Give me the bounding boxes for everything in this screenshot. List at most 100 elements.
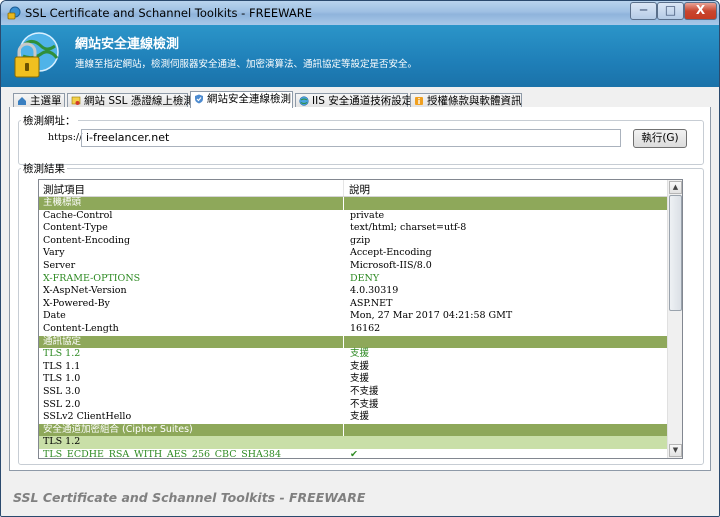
tab-ssl-cert-check[interactable]: 網站 SSL 憑證線上檢測 [67, 93, 194, 107]
tab-main-menu[interactable]: 主選單 [13, 93, 65, 107]
tab-label: 授權條款與軟體資訊 [427, 95, 522, 107]
table-row[interactable]: TLS_ECDHE_RSA_WITH_AES_256_CBC_SHA384 ✔ [39, 448, 667, 459]
table-row[interactable]: X-Powered-By ASP.NET [39, 298, 667, 311]
list-header: 測試項目 說明 [39, 180, 667, 197]
table-row[interactable]: TLS 1.1 支援 [39, 361, 667, 374]
cell-description: 支援 [350, 373, 370, 385]
minimize-button[interactable]: ─ [630, 2, 657, 20]
cell-description: text/html; charset=utf-8 [350, 222, 467, 234]
cell-description: 不支援 [350, 398, 379, 410]
cell-test-item: 主機標頭 [43, 197, 82, 208]
tab-secure-connection-check[interactable]: 網站安全連線檢測 [190, 91, 293, 108]
table-row[interactable]: X-FRAME-OPTIONS DENY [39, 273, 667, 286]
cell-test-item: 安全通道加密組合 (Cipher Suites) [43, 423, 193, 435]
cell-description: ✔ [350, 448, 358, 459]
cell-test-item: TLS 1.2 [43, 436, 81, 448]
section-row[interactable]: 通訊協定 [39, 335, 667, 349]
scroll-thumb[interactable] [669, 195, 682, 311]
table-row[interactable]: SSLv2 ClientHello 支援 [39, 411, 667, 424]
table-row[interactable]: Date Mon, 27 Mar 2017 04:21:58 GMT [39, 310, 667, 323]
table-row[interactable]: TLS 1.2 [39, 436, 667, 449]
globe-gear-icon [299, 96, 309, 106]
globe-lock-icon [14, 32, 59, 78]
cell-test-item: Vary [43, 247, 65, 259]
tab-label: 網站安全連線檢測 [207, 93, 291, 105]
cell-test-item: TLS 1.2 [43, 348, 81, 360]
cell-test-item: TLS 1.1 [43, 360, 81, 372]
cell-test-item: 通訊協定 [43, 335, 82, 347]
section-row[interactable]: 主機標頭 [39, 197, 667, 210]
maximize-button[interactable]: □ [657, 2, 684, 20]
cell-description: Accept-Encoding [350, 247, 432, 259]
cell-description: 支援 [350, 360, 370, 372]
tab-license-info[interactable]: 授權條款與軟體資訊 [410, 93, 522, 107]
cell-description: private [350, 209, 385, 221]
table-row[interactable]: Content-Type text/html; charset=utf-8 [39, 222, 667, 235]
cell-description: 不支援 [350, 385, 379, 397]
window-title: SSL Certificate and Schannel Toolkits - … [25, 6, 312, 20]
section-row[interactable]: 安全通道加密組合 (Cipher Suites) [39, 423, 667, 437]
tab-label: IIS 安全通道技術設定 [312, 95, 413, 107]
tab-iis-schannel-settings[interactable]: IIS 安全通道技術設定 [295, 93, 412, 107]
table-row[interactable]: TLS 1.2 支援 [39, 348, 667, 361]
table-row[interactable]: SSL 3.0 不支援 [39, 386, 667, 399]
url-prefix-label: https:// [48, 132, 83, 143]
table-row[interactable]: Server Microsoft-IIS/8.0 [39, 260, 667, 273]
house-icon [18, 97, 26, 105]
table-row[interactable]: X-AspNet-Version 4.0.30319 [39, 285, 667, 298]
close-button[interactable]: X [684, 2, 717, 20]
footer-text: SSL Certificate and Schannel Toolkits - … [13, 490, 366, 505]
cell-test-item: Content-Length [43, 322, 119, 334]
section-divider [343, 335, 344, 349]
header-banner: 網站安全連線檢測 連線至指定網站，檢測伺服器安全通道、加密演算法、通訊協定等設定… [1, 25, 719, 87]
list-rows: 主機標頭 Cache-Control private Content-Type text… [39, 197, 667, 459]
column-separator[interactable] [343, 180, 344, 196]
results-group-legend: 檢測結果 [23, 163, 65, 175]
cell-description: 16162 [350, 322, 381, 334]
table-row[interactable]: Cache-Control private [39, 210, 667, 223]
table-row[interactable]: Vary Accept-Encoding [39, 247, 667, 260]
certificate-icon [71, 96, 81, 105]
footer-bar: SSL Certificate and Schannel Toolkits - … [1, 471, 719, 516]
vertical-scrollbar[interactable]: ▲ ▼ [667, 180, 682, 458]
cell-test-item: Content-Type [43, 222, 108, 234]
cell-test-item: SSLv2 ClientHello [43, 411, 132, 423]
cell-description: 支援 [350, 411, 370, 423]
tab-label: 網站 SSL 憑證線上檢測 [84, 95, 194, 107]
tab-label: 主選單 [30, 95, 62, 107]
column-header-item[interactable]: 測試項目 [43, 182, 85, 197]
cell-description: Microsoft-IIS/8.0 [350, 259, 432, 271]
info-icon [415, 97, 423, 105]
cell-description: gzip [350, 234, 371, 246]
cell-description: Mon, 27 Mar 2017 04:21:58 GMT [350, 310, 513, 322]
table-row[interactable]: TLS 1.0 支援 [39, 373, 667, 386]
table-row[interactable]: Content-Encoding gzip [39, 235, 667, 248]
results-list[interactable]: 測試項目 說明 主機標頭 Cache-Control private Content-… [38, 179, 683, 459]
cell-test-item: X-Powered-By [43, 297, 110, 309]
table-row[interactable]: Content-Length 16162 [39, 323, 667, 336]
cell-test-item: Cache-Control [43, 209, 113, 221]
url-group-legend: 檢測網址： [23, 115, 76, 127]
url-input[interactable]: i-freelancer.net [81, 129, 621, 147]
header-subtitle: 連線至指定網站，檢測伺服器安全通道、加密演算法、通訊協定等設定是否安全。 [75, 59, 418, 70]
table-row[interactable]: SSL 2.0 不支援 [39, 399, 667, 412]
section-divider [343, 423, 344, 437]
run-button[interactable]: 執行(G) [633, 129, 687, 148]
shield-check-icon [195, 94, 203, 104]
cell-description: DENY [350, 272, 380, 284]
scroll-down-button[interactable]: ▼ [669, 444, 682, 457]
scroll-up-button[interactable]: ▲ [669, 181, 682, 194]
cell-test-item: SSL 2.0 [43, 398, 81, 410]
cell-test-item: Server [43, 259, 76, 271]
cell-test-item: Date [43, 310, 66, 322]
cell-test-item: TLS_ECDHE_RSA_WITH_AES_256_CBC_SHA384 [43, 448, 282, 459]
cell-description: 4.0.30319 [350, 285, 399, 297]
title-bar[interactable]: SSL Certificate and Schannel Toolkits - … [1, 1, 719, 25]
cell-test-item: X-FRAME-OPTIONS [43, 272, 141, 284]
header-title: 網站安全連線檢測 [75, 37, 180, 52]
column-header-description[interactable]: 說明 [349, 182, 370, 197]
app-lock-icon [7, 6, 21, 20]
section-divider [343, 197, 344, 210]
cell-test-item: X-AspNet-Version [43, 285, 127, 297]
cell-description: ASP.NET [350, 297, 393, 309]
